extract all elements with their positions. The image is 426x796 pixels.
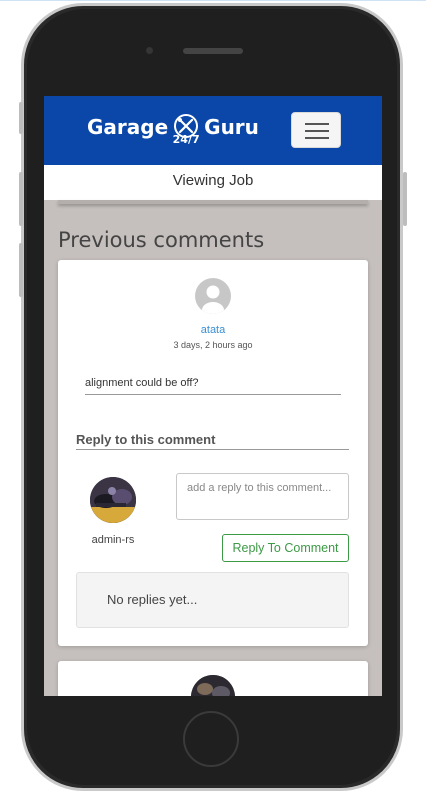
logo-badge-text: 24/7: [172, 133, 200, 146]
app-screen: Garage 24/7 Guru Viewing Job Previous co…: [44, 96, 382, 696]
phone-volume-down: [19, 243, 23, 297]
logo-word-guru: Guru: [204, 115, 259, 139]
navbar: Garage 24/7 Guru: [44, 96, 382, 165]
phone-power-button: [403, 172, 407, 226]
hamburger-menu-icon: [305, 123, 329, 125]
phone-mute-switch: [19, 102, 23, 134]
reply-to-comment-button[interactable]: Reply To Comment: [222, 534, 349, 562]
logo-word-garage: Garage: [87, 115, 169, 139]
top-border-line: [0, 0, 426, 1]
subheader-shadow: [58, 200, 368, 204]
menu-toggle-button[interactable]: [291, 112, 341, 148]
brand-logo[interactable]: Garage 24/7 Guru: [87, 114, 259, 154]
hamburger-menu-icon: [305, 137, 329, 139]
comment-timestamp: 3 days, 2 hours ago: [173, 340, 253, 350]
comment-card: [58, 661, 368, 696]
comment-card: atata 3 days, 2 hours ago alignment coul…: [58, 260, 368, 646]
phone-camera: [146, 47, 153, 54]
reply-heading: Reply to this comment: [76, 432, 349, 450]
hamburger-menu-icon: [305, 130, 329, 132]
phone-speaker: [183, 48, 243, 54]
replies-container: No replies yet...: [76, 572, 349, 628]
current-user-name: admin-rs: [91, 534, 135, 546]
page-subheader: Viewing Job: [44, 165, 382, 200]
no-replies-text: No replies yet...: [107, 592, 198, 607]
reply-textarea[interactable]: add a reply to this comment...: [176, 473, 349, 520]
comment-body: alignment could be off?: [85, 377, 341, 395]
phone-volume-up: [19, 172, 23, 226]
phone-home-button: [183, 711, 239, 767]
avatar: [90, 477, 136, 523]
section-title: Previous comments: [58, 228, 265, 252]
avatar: [191, 675, 235, 696]
default-user-avatar-icon: [195, 278, 231, 314]
logo-badge: 24/7: [170, 114, 202, 154]
comment-username[interactable]: atata: [58, 324, 368, 336]
